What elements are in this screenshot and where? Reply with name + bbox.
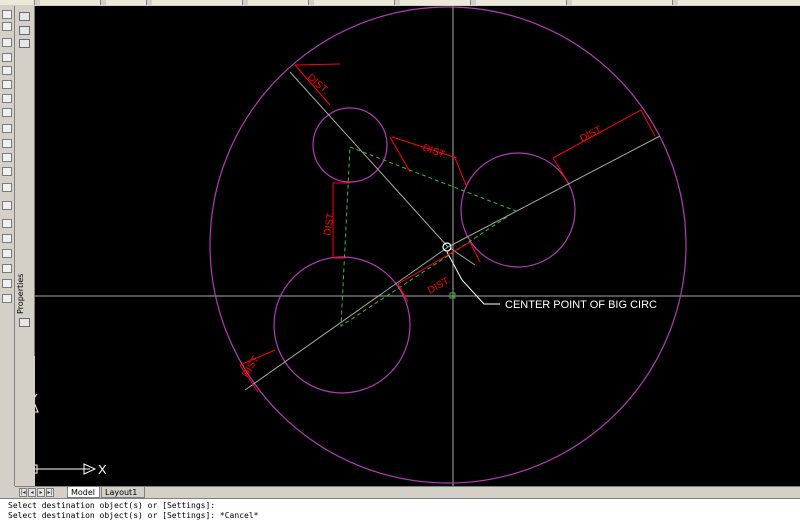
dist-label: DIST. (578, 124, 605, 145)
dimension-dist-6: DIST. (239, 349, 276, 393)
palette-title[interactable]: Properties (16, 274, 34, 314)
tool-button[interactable] (2, 264, 12, 273)
tool-button[interactable] (2, 219, 12, 228)
dimension-dist-2: DIST. (389, 136, 467, 186)
tool-button[interactable] (2, 139, 12, 148)
tab-next-arrow-icon[interactable]: ▸ (37, 488, 45, 497)
center-point-label: CENTER POINT OF BIG CIRC (505, 299, 657, 311)
dist-label: DIST. (426, 275, 453, 297)
tool-button[interactable] (2, 234, 12, 243)
ucs-x-label: X (98, 462, 107, 477)
palette-close-icon[interactable] (19, 12, 30, 21)
dist-label: DIST. (322, 211, 337, 237)
radial-line-short (449, 247, 476, 266)
big-circle (209, 6, 687, 484)
radial-line-right (447, 135, 661, 248)
tool-button[interactable] (2, 279, 12, 288)
zoom-icon[interactable] (2, 201, 12, 210)
tool-button[interactable] (2, 66, 12, 75)
properties-icon[interactable] (19, 318, 30, 327)
ucs-y-label: Y (35, 391, 38, 406)
toolbar-segment[interactable] (476, 0, 567, 5)
tool-button[interactable] (2, 249, 12, 258)
toolbar-segment[interactable] (400, 0, 471, 5)
radial-line-bottom (244, 246, 449, 391)
tool-button[interactable] (2, 80, 12, 89)
tool-button[interactable] (2, 153, 12, 162)
tab-first-arrow-icon[interactable]: |◂ (19, 488, 27, 497)
dist-label: DIST. (421, 142, 448, 161)
toolbar-segment[interactable] (572, 0, 673, 5)
center-point-marker (442, 242, 452, 252)
toolbar-segment[interactable] (40, 0, 101, 5)
tab-model[interactable]: Model (67, 487, 100, 498)
dimension-dist-3: DIST. (552, 109, 656, 183)
palette-menu-icon[interactable] (19, 39, 30, 48)
tool-button[interactable] (2, 294, 12, 303)
tab-last-arrow-icon[interactable]: ▸| (46, 488, 54, 497)
tool-button[interactable] (2, 38, 12, 47)
radial-line-top (289, 71, 449, 248)
modify-toolbar (0, 6, 15, 486)
tab-prev-arrow-icon[interactable]: ◂ (28, 488, 36, 497)
tool-button[interactable] (2, 10, 12, 19)
toolbar-segment[interactable] (314, 0, 395, 5)
tool-button[interactable] (2, 167, 12, 176)
toolbar-segment[interactable] (152, 0, 243, 5)
properties-palette: Properties (15, 6, 35, 356)
drawing-canvas[interactable]: CENTER POINT OF BIG CIRC DIST. DIST. DIS… (27, 6, 800, 486)
command-history-line: Select destination object(s) or [Setting… (8, 501, 216, 510)
toolbar-segment[interactable] (0, 0, 35, 5)
drawing-svg: CENTER POINT OF BIG CIRC DIST. DIST. DIS… (27, 6, 800, 486)
tool-button[interactable] (2, 124, 12, 133)
tool-button[interactable] (2, 183, 12, 192)
command-history-line: Select destination object(s) or [Setting… (8, 511, 259, 520)
toolbar-segment[interactable] (678, 0, 800, 5)
toolbar-segment[interactable] (248, 0, 309, 5)
small-circle-top (312, 107, 388, 183)
tool-button[interactable] (2, 108, 12, 117)
center-triangle (340, 146, 518, 327)
tool-button[interactable] (2, 22, 12, 31)
palette-autohide-icon[interactable] (19, 26, 30, 35)
dimension-dist-5: DIST. (397, 241, 481, 303)
toolbar-segment[interactable] (106, 0, 147, 5)
ucs-icon: Y X (27, 391, 107, 477)
tab-layout1[interactable]: Layout1 (101, 487, 145, 498)
tool-button[interactable] (2, 94, 12, 103)
tool-button[interactable] (2, 53, 12, 62)
command-line[interactable]: Select destination object(s) or [Setting… (0, 498, 800, 522)
